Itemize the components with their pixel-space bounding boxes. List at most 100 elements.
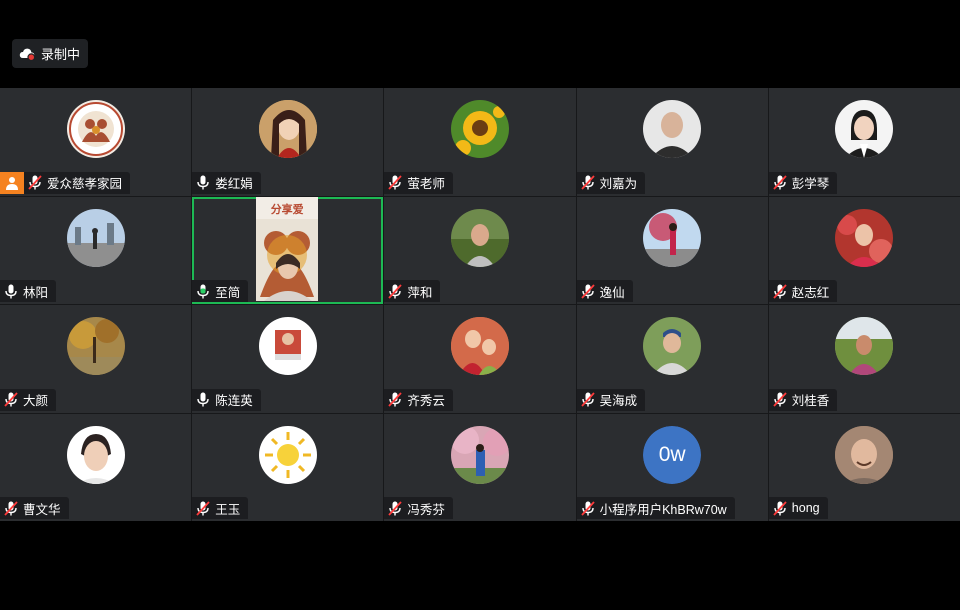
avatar [643, 100, 702, 158]
participant-tile[interactable]: 吴海成 [576, 305, 768, 413]
person-icon [6, 176, 18, 190]
microphone-muted-icon [4, 392, 18, 407]
participant-tile[interactable]: 彭学琴 [768, 88, 960, 196]
microphone-icon [197, 392, 209, 407]
participant-name: 冯秀芬 [407, 502, 445, 517]
microphone-icon [197, 175, 209, 190]
participant-name: hong [791, 501, 820, 515]
microphone-muted-icon [773, 500, 787, 516]
microphone-muted-icon [773, 283, 787, 299]
participant-tile[interactable]: 爱众慈孝家园 [0, 88, 192, 196]
avatar [450, 100, 509, 158]
participant-name: 小程序用户KhBRw70w [599, 502, 727, 517]
mic-status [2, 499, 20, 517]
avatar [66, 317, 125, 375]
participant-label: 娄红娟 [192, 171, 261, 194]
participant-label: 吴海成 [576, 388, 646, 411]
participant-name: 吴海成 [599, 394, 638, 408]
participant-name: 曹文华 [23, 502, 61, 517]
microphone-speaking-icon [197, 284, 209, 298]
participant-label: 大颜 [0, 388, 57, 411]
participant-name: 萍和 [407, 285, 433, 300]
avatar [66, 208, 125, 267]
host-badge [0, 171, 24, 194]
mic-status [771, 282, 789, 300]
avatar [258, 425, 317, 484]
microphone-muted-icon [580, 283, 595, 299]
participant-tile[interactable]: 逸仙 [576, 196, 768, 304]
mic-status [771, 499, 789, 517]
participant-tile[interactable]: 萤老师 [384, 88, 576, 196]
avatar-initials: 0w [643, 425, 702, 484]
mic-status [579, 282, 597, 300]
participant-label: 逸仙 [576, 280, 633, 302]
mic-status [771, 174, 789, 192]
participant-label: 爱众慈孝家园 [24, 171, 131, 194]
microphone-muted-icon [773, 392, 787, 407]
participant-tile[interactable]: 大颜 [0, 305, 192, 413]
participant-label: 王玉 [192, 497, 249, 519]
avatar [835, 425, 894, 484]
microphone-muted-icon [388, 283, 403, 299]
participant-label: 刘桂香 [768, 388, 838, 411]
recording-indicator[interactable]: 录制中 [12, 39, 89, 68]
participant-label: 林阳 [0, 280, 57, 302]
participant-label: 冯秀芬 [384, 497, 453, 519]
mic-status [2, 282, 20, 300]
participant-name: 爱众慈孝家园 [47, 177, 123, 191]
mic-status [386, 174, 404, 192]
mic-status [386, 499, 404, 517]
participant-tile[interactable]: 陈连英 [192, 305, 384, 413]
microphone-muted-icon [388, 392, 403, 407]
mic-status [579, 499, 597, 517]
mic-status [194, 499, 212, 517]
participant-label: hong [768, 497, 828, 519]
microphone-muted-icon [196, 500, 210, 516]
participant-tile[interactable]: 冯秀芬 [384, 413, 576, 521]
participant-tile[interactable]: 赵志红 [768, 196, 960, 304]
avatar [66, 425, 125, 484]
avatar [835, 317, 894, 375]
microphone-muted-icon [4, 500, 18, 516]
recording-label: 录制中 [41, 47, 81, 62]
avatar [258, 317, 317, 375]
microphone-muted-icon [580, 500, 595, 516]
participant-label: 陈连英 [192, 388, 261, 411]
participant-tile[interactable]: 曹文华 [0, 413, 192, 521]
participant-tile[interactable]: 0w 小程序用户KhBRw70w [576, 413, 768, 521]
participant-label: 齐秀云 [384, 388, 453, 411]
avatar [450, 208, 509, 267]
participant-tile[interactable]: 分享爱 至简 [192, 196, 384, 304]
participant-tile[interactable]: 刘嘉为 [576, 88, 768, 196]
microphone-icon [5, 284, 17, 298]
avatar: 0w [643, 425, 702, 484]
mic-status [194, 174, 212, 192]
participant-name: 逸仙 [599, 285, 625, 300]
participant-tile[interactable]: 王玉 [192, 413, 384, 521]
participant-label: 萤老师 [384, 171, 453, 194]
microphone-muted-icon [773, 175, 787, 190]
participant-name: 林阳 [23, 285, 49, 300]
participant-tile[interactable]: 林阳 [0, 196, 192, 304]
mic-status [2, 391, 20, 409]
participant-tile[interactable]: hong [768, 413, 960, 521]
avatar [643, 317, 702, 375]
participant-name: 王玉 [215, 502, 241, 517]
avatar [835, 208, 894, 267]
participant-tile[interactable]: 刘桂香 [768, 305, 960, 413]
participant-label: 小程序用户KhBRw70w [576, 497, 735, 519]
video-banner-text: 分享爱 [270, 203, 304, 216]
participant-name: 刘桂香 [791, 394, 830, 408]
microphone-muted-icon [580, 175, 595, 190]
participant-label: 曹文华 [0, 497, 69, 519]
avatar [258, 100, 317, 158]
participant-name: 赵志红 [791, 285, 830, 300]
participant-name: 至简 [215, 285, 241, 300]
mic-status [579, 391, 597, 409]
avatar [66, 100, 125, 158]
mic-status [26, 174, 44, 192]
participant-tile[interactable]: 娄红娟 [192, 88, 384, 196]
participant-tile[interactable]: 齐秀云 [384, 305, 576, 413]
participant-video: 分享爱 [256, 196, 319, 301]
participant-tile[interactable]: 萍和 [384, 196, 576, 304]
